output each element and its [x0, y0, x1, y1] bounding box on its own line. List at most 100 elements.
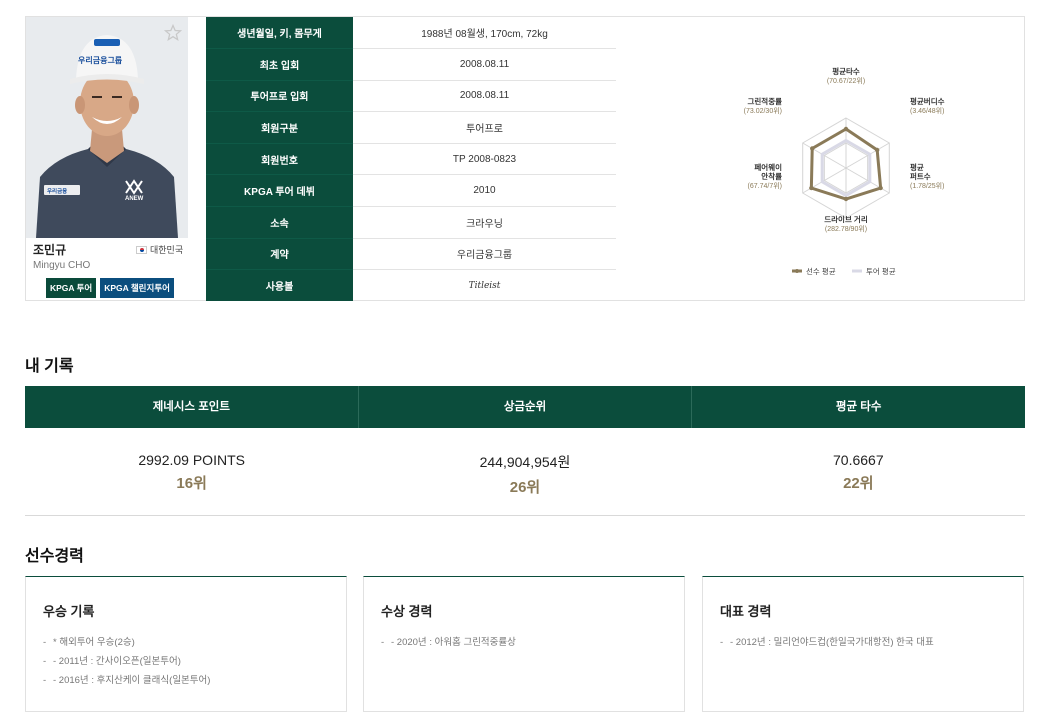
- info-label: 소속: [206, 206, 353, 239]
- info-label: 회원구분: [206, 111, 353, 144]
- radar-axis-label: 페어웨이: [754, 162, 782, 172]
- list-item-text: * 해외투어 우승(2승): [53, 637, 135, 648]
- record-rank: 26위: [509, 479, 541, 496]
- table-row: 최초 입회 2008.08.11: [206, 48, 616, 81]
- player-name: 조민규: [33, 243, 67, 257]
- info-value: 1988년 08월생, 170cm, 72kg: [353, 17, 616, 50]
- player-card: 우리금융그룹 우리금융 ANEW 조민규 대한민국 Mingyu CHO KPG…: [26, 17, 189, 302]
- radar-axis-label: 안착률: [761, 171, 782, 181]
- shirt-brand-text: ANEW: [125, 196, 144, 202]
- cap-logo-text: 우리금융그룹: [78, 56, 123, 65]
- table-row: 회원구분 투어프로: [206, 111, 616, 144]
- radar-axis-label: 드라이브 거리: [824, 214, 868, 224]
- table-row: KPGA 투어 데뷔 2010: [206, 174, 616, 208]
- badge-kpga-tour: KPGA 투어: [46, 278, 97, 298]
- info-label: 계약: [206, 238, 353, 271]
- radar-axis-sublabel: (3.46/48위): [910, 107, 944, 115]
- radar-point-player: [843, 126, 849, 132]
- radar-point-player: [878, 185, 883, 191]
- career-list: -- 2012년 : 밀리언야드컵(한일국가대항전) 한국 대표: [720, 633, 934, 652]
- career-box-title: 우승 기록: [43, 604, 95, 619]
- record-value: 244,904,954원: [479, 454, 571, 470]
- table-row: 생년월일, 키, 몸무게 1988년 08월생, 170cm, 72kg: [206, 17, 616, 50]
- list-item-text: - 2012년 : 밀리언야드컵(한일국가대항전) 한국 대표: [730, 637, 934, 648]
- badge-kpga-challenge-tour: KPGA 챌린지투어: [100, 278, 174, 298]
- info-value: 크라우닝: [353, 206, 616, 239]
- shirt-logo-text: 우리금융: [47, 189, 68, 195]
- record-value: 2992.09 POINTS: [138, 452, 245, 468]
- info-label: 회원번호: [206, 143, 353, 176]
- radar-point-player: [810, 146, 815, 151]
- player-info-table: 생년월일, 키, 몸무게 1988년 08월생, 170cm, 72kg 최초 입회…: [206, 17, 616, 302]
- radar-axis-sublabel: (67.74/7위): [748, 182, 782, 190]
- info-label: 투어프로 입회: [206, 80, 353, 113]
- info-value: 2008.08.11: [353, 80, 616, 113]
- legend-label-player: 선수 평균: [806, 266, 836, 276]
- record-cell-avg-strokes: 70.6667 22위: [692, 428, 1025, 515]
- records-section-title: 내 기록: [25, 358, 74, 375]
- radar-axis-label: 평균: [910, 162, 924, 172]
- player-photo: 우리금융그룹 우리금융 ANEW: [26, 17, 188, 238]
- player-name-en: Mingyu CHO: [33, 260, 91, 271]
- radar-axis-label: 그린적중률: [748, 96, 783, 106]
- records-header-genesis-points: 제네시스 포인트: [25, 386, 359, 428]
- info-value: 투어프로: [353, 111, 616, 144]
- radar-axis-label: 평균버디수: [910, 96, 945, 106]
- star-outline-icon[interactable]: [163, 23, 183, 43]
- list-item: - * 해외투어 우승(2승): [43, 637, 135, 648]
- table-row: 회원번호 TP 2008-0823: [206, 143, 616, 176]
- career-box-wins: 우승 기록 - * 해외투어 우승(2승) -- 2011년 : 간사이오픈(일본…: [25, 576, 347, 712]
- info-value: TP 2008-0823: [353, 143, 616, 176]
- radar-point-player: [874, 147, 880, 153]
- player-photo-illustration: [26, 17, 188, 238]
- career-box-title: 대표 경력: [720, 604, 772, 619]
- list-item: -- 2020년 : 아워홈 그린적중률상: [381, 637, 516, 648]
- career-section-title: 선수경력: [25, 548, 84, 565]
- info-label: 생년월일, 키, 몸무게: [206, 17, 353, 50]
- radar-axis-label: 평균타수: [832, 66, 860, 76]
- korea-flag-icon: [136, 245, 147, 254]
- info-label: 사용볼: [206, 269, 353, 302]
- legend-marker-player: [795, 269, 799, 273]
- player-country-label: 대한민국: [150, 245, 184, 255]
- records-header-avg-strokes: 평균 타수: [835, 401, 882, 413]
- radar-axis-sublabel: (282.78/90위): [825, 225, 867, 233]
- career-box-awards: 수상 경력 -- 2020년 : 아워홈 그린적중률상: [363, 576, 685, 712]
- info-value: Titleist: [468, 280, 501, 291]
- radar-point-player: [843, 196, 849, 202]
- list-item: -- 2016년 : 후지산케이 클래식(일본투어): [43, 675, 211, 686]
- list-item: -- 2012년 : 밀리언야드컵(한일국가대항전) 한국 대표: [720, 637, 934, 648]
- radar-point-player: [809, 185, 814, 191]
- legend-label-tour: 투어 평균: [866, 266, 896, 276]
- stats-radar-chart: 평균타수(70.67/22위) 평균버디수(3.46/48위) 평균퍼트수(1.78…: [744, 66, 945, 276]
- radar-axis-sublabel: (70.67/22위): [827, 77, 865, 85]
- info-value: 우리금융그룹: [353, 238, 616, 271]
- career-list: -- 2020년 : 아워홈 그린적중률상: [381, 633, 516, 652]
- records-body: 2992.09 POINTS 16위 244,904,954원 26위 70.6…: [25, 428, 1025, 516]
- player-profile-card: 우리금융그룹 우리금융 ANEW 조민규 대한민국 Mingyu CHO KPG…: [25, 16, 1025, 302]
- list-item-text: - 2011년 : 간사이오픈(일본투어): [53, 656, 181, 667]
- list-item: -- 2011년 : 간사이오픈(일본투어): [43, 656, 181, 667]
- player-country: 대한민국: [136, 243, 183, 256]
- career-box-title: 수상 경력: [381, 604, 433, 619]
- radar-axis-sublabel: (73.02/30위): [744, 107, 782, 115]
- radar-axis-label: 퍼트수: [910, 171, 931, 181]
- career-list: - * 해외투어 우승(2승) -- 2011년 : 간사이오픈(일본투어) --…: [43, 633, 210, 690]
- list-item-text: - 2016년 : 후지산케이 클래식(일본투어): [53, 675, 211, 686]
- records-header: 제네시스 포인트 상금순위 평균 타수: [25, 386, 1025, 428]
- table-row: 사용볼 Titleist: [206, 269, 616, 302]
- record-cell-prize-rank: 244,904,954원 26위: [358, 428, 691, 515]
- info-value: 2010: [353, 174, 616, 208]
- career-box-national: 대표 경력 -- 2012년 : 밀리언야드컵(한일국가대항전) 한국 대표: [702, 576, 1024, 712]
- list-item-text: - 2020년 : 아워홈 그린적중률상: [391, 637, 516, 648]
- record-cell-genesis-points: 2992.09 POINTS 16위: [25, 428, 358, 515]
- table-row: 소속 크라우닝: [206, 206, 616, 239]
- records-header-prize-rank: 상금순위: [359, 386, 693, 428]
- table-row: 투어프로 입회 2008.08.11: [206, 80, 616, 113]
- info-value: 2008.08.11: [353, 48, 616, 81]
- record-rank: 16위: [176, 475, 207, 492]
- record-value: 70.6667: [833, 452, 884, 468]
- tour-badges: KPGA 투어 KPGA 챌린지투어: [46, 278, 174, 298]
- radar-axis-sublabel: (1.78/25위): [910, 182, 944, 190]
- info-label: 최초 입회: [206, 48, 353, 81]
